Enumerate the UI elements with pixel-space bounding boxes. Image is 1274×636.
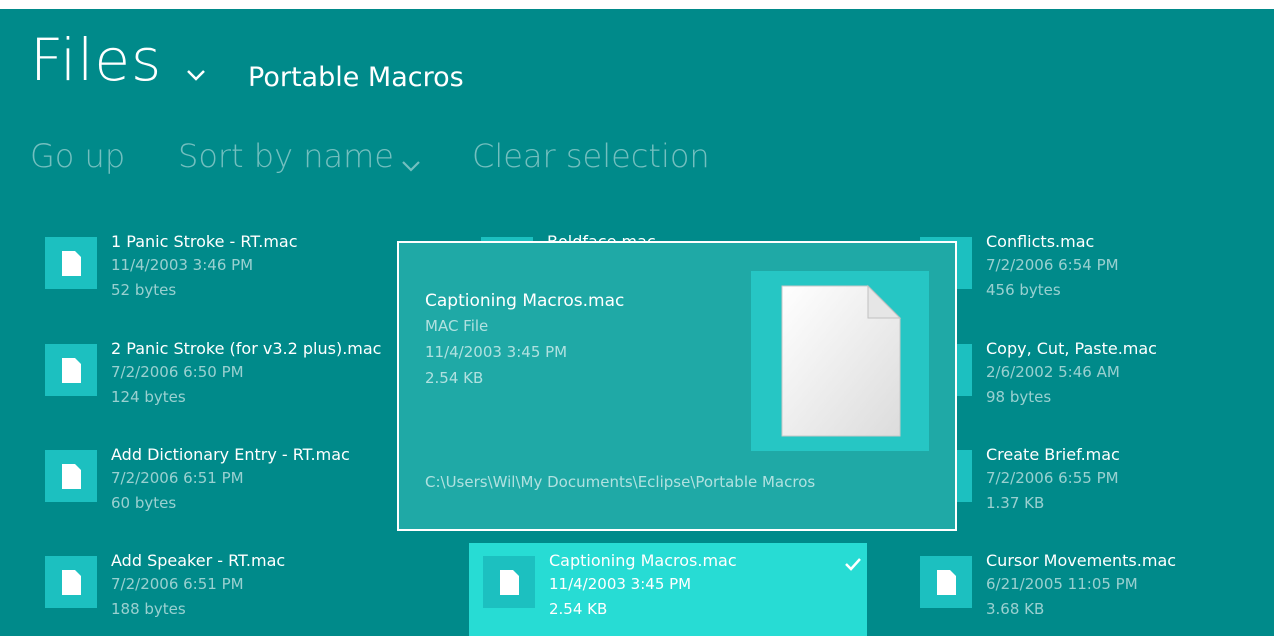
file-date: 6/21/2005 11:05 PM <box>986 575 1138 593</box>
file-tile <box>483 556 535 608</box>
file-name: Conflicts.mac <box>986 232 1095 251</box>
file-name: Captioning Macros.mac <box>549 551 737 570</box>
file-item[interactable]: 1 Panic Stroke - RT.mac 11/4/2003 3:46 P… <box>45 232 445 325</box>
file-info-tooltip: Captioning Macros.mac MAC File 11/4/2003… <box>397 241 957 531</box>
tooltip-file-size: 2.54 KB <box>425 369 484 387</box>
file-name: Copy, Cut, Paste.mac <box>986 339 1157 358</box>
chevron-down-icon[interactable] <box>400 159 422 173</box>
file-item[interactable]: Conflicts.mac 7/2/2006 6:54 PM 456 bytes <box>920 232 1260 325</box>
file-item[interactable]: 2 Panic Stroke (for v3.2 plus).mac 7/2/2… <box>45 339 445 432</box>
chevron-down-icon[interactable] <box>184 67 208 83</box>
file-name: 2 Panic Stroke (for v3.2 plus).mac <box>111 339 382 358</box>
file-name: Add Dictionary Entry - RT.mac <box>111 445 350 464</box>
file-size: 60 bytes <box>111 494 177 512</box>
file-date: 7/2/2006 6:51 PM <box>111 469 244 487</box>
document-icon <box>500 570 519 595</box>
file-item-selected[interactable]: Captioning Macros.mac 11/4/2003 3:45 PM … <box>483 551 883 636</box>
file-tile <box>45 450 97 502</box>
file-item[interactable]: Add Speaker - RT.mac 7/2/2006 6:51 PM 18… <box>45 551 445 636</box>
file-size: 3.68 KB <box>986 600 1045 618</box>
file-size: 52 bytes <box>111 281 177 299</box>
file-item[interactable]: Copy, Cut, Paste.mac 2/6/2002 5:46 AM 98… <box>920 339 1260 432</box>
file-date: 7/2/2006 6:50 PM <box>111 363 244 381</box>
file-item[interactable]: Cursor Movements.mac 6/21/2005 11:05 PM … <box>920 551 1260 636</box>
file-name: 1 Panic Stroke - RT.mac <box>111 232 298 251</box>
top-strip <box>0 0 1274 9</box>
file-size: 98 bytes <box>986 388 1052 406</box>
file-size: 124 bytes <box>111 388 186 406</box>
tooltip-file-date: 11/4/2003 3:45 PM <box>425 343 568 361</box>
checkmark-icon <box>845 558 861 571</box>
file-name: Create Brief.mac <box>986 445 1120 464</box>
document-icon <box>937 570 956 595</box>
file-tile <box>45 556 97 608</box>
document-icon <box>62 464 81 489</box>
file-tile <box>45 344 97 396</box>
location-label[interactable]: Portable Macros <box>248 63 464 93</box>
file-name: Add Speaker - RT.mac <box>111 551 286 570</box>
page-title: Files <box>30 26 163 94</box>
file-tile <box>920 556 972 608</box>
tooltip-file-name: Captioning Macros.mac <box>425 291 625 311</box>
document-icon <box>62 570 81 595</box>
file-size: 2.54 KB <box>549 600 608 618</box>
sort-button[interactable]: Sort by name <box>178 138 394 174</box>
file-date: 7/2/2006 6:55 PM <box>986 469 1119 487</box>
file-date: 11/4/2003 3:45 PM <box>549 575 692 593</box>
file-item[interactable]: Add Dictionary Entry - RT.mac 7/2/2006 6… <box>45 445 445 538</box>
file-item[interactable]: Create Brief.mac 7/2/2006 6:55 PM 1.37 K… <box>920 445 1260 538</box>
file-date: 2/6/2002 5:46 AM <box>986 363 1120 381</box>
file-date: 7/2/2006 6:54 PM <box>986 256 1119 274</box>
file-name: Cursor Movements.mac <box>986 551 1177 570</box>
go-up-button[interactable]: Go up <box>30 138 125 174</box>
file-size: 188 bytes <box>111 600 186 618</box>
tooltip-file-type: MAC File <box>425 317 489 335</box>
document-icon <box>62 251 81 276</box>
file-thumbnail <box>751 271 929 451</box>
files-picker: Files Portable Macros Go up Sort by name… <box>14 9 1260 636</box>
clear-selection-button[interactable]: Clear selection <box>472 138 710 174</box>
document-icon <box>62 358 81 383</box>
tooltip-file-path: C:\Users\Wil\My Documents\Eclipse\Portab… <box>425 473 816 491</box>
file-size: 456 bytes <box>986 281 1061 299</box>
file-size: 1.37 KB <box>986 494 1045 512</box>
file-date: 11/4/2003 3:46 PM <box>111 256 254 274</box>
document-icon <box>781 284 902 437</box>
file-tile <box>45 237 97 289</box>
file-date: 7/2/2006 6:51 PM <box>111 575 244 593</box>
